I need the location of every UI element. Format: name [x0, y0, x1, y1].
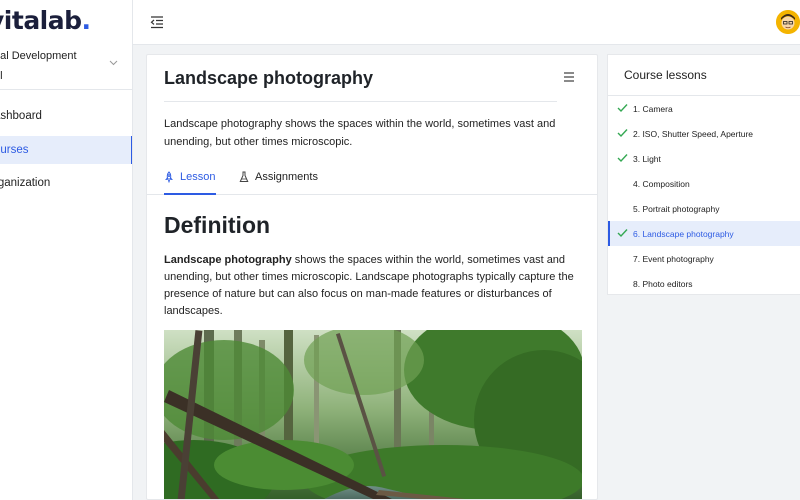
rocket-icon [165, 171, 173, 183]
sidebar-item-dashboard[interactable]: ashboard [0, 102, 132, 130]
tab-lesson-label: Lesson [180, 171, 216, 183]
list-menu-icon[interactable] [563, 71, 575, 83]
lesson-item-landscape-photography[interactable]: 6. Landscape photography [608, 221, 800, 246]
check-icon [617, 104, 628, 113]
check-icon [617, 229, 628, 238]
menu-collapse-icon[interactable] [149, 14, 165, 30]
logo-text: vitalab [0, 6, 82, 35]
landscape-forest-image [164, 330, 582, 499]
lesson-label: 4. Composition [633, 179, 690, 189]
org-select-label: nal Development [0, 50, 77, 62]
chevron-down-icon [109, 60, 118, 66]
lesson-content-card: Landscape photography Landscape photogra… [146, 54, 598, 500]
organization-select[interactable]: nal Development ol [0, 48, 132, 88]
check-icon [617, 154, 628, 163]
lesson-item-camera[interactable]: 1. Camera [608, 96, 800, 121]
lesson-tabs: Lesson Assignments [147, 167, 597, 195]
lesson-label: 7. Event photography [633, 254, 714, 264]
forest-photo [164, 330, 582, 499]
sidebar-item-courses[interactable]: ourses [0, 136, 132, 164]
tab-assignments[interactable]: Assignments [239, 171, 329, 195]
sidebar-item-label: rganization [0, 177, 51, 189]
lesson-item-iso-shutter-aperture[interactable]: 2. ISO, Shutter Speed, Aperture [608, 121, 800, 146]
lesson-label: 5. Portrait photography [633, 204, 720, 214]
sidebar-item-label: ashboard [0, 110, 42, 122]
sidebar-item-label: ourses [0, 144, 29, 156]
course-lessons-title: Course lessons [624, 68, 707, 82]
lesson-label: 8. Photo editors [633, 279, 693, 289]
section-heading: Definition [164, 212, 271, 238]
brand-logo[interactable]: vitalab. [0, 6, 91, 35]
title-divider [164, 101, 557, 102]
lesson-paragraph: Landscape photography shows the spaces w… [164, 252, 574, 320]
sidebar: vitalab. nal Development ol ashboard our… [0, 0, 133, 500]
lesson-label: 3. Light [633, 154, 661, 164]
user-avatar[interactable] [776, 10, 800, 34]
logo-dot: . [81, 6, 92, 35]
lesson-item-photo-editors[interactable]: 8. Photo editors [608, 271, 800, 296]
lesson-item-event-photography[interactable]: 7. Event photography [608, 246, 800, 271]
check-icon [617, 129, 628, 138]
lesson-label: 1. Camera [633, 104, 673, 114]
sidebar-divider [0, 89, 132, 90]
course-lessons-panel: Course lessons 1. Camera 2. ISO, Shutter… [607, 54, 800, 295]
tab-lesson[interactable]: Lesson [164, 171, 216, 195]
top-header [133, 0, 800, 45]
org-select-value: ol [0, 70, 3, 82]
tab-assignments-label: Assignments [255, 171, 318, 183]
lesson-item-light[interactable]: 3. Light [608, 146, 800, 171]
page-description: Landscape photography shows the spaces w… [164, 118, 556, 148]
lesson-label: 2. ISO, Shutter Speed, Aperture [633, 129, 754, 139]
avatar-face-icon [776, 10, 800, 34]
lesson-item-composition[interactable]: 4. Composition [608, 171, 800, 196]
page-title: Landscape photography [164, 68, 374, 88]
flask-icon [239, 171, 249, 182]
sidebar-item-organization[interactable]: rganization [0, 169, 132, 197]
lesson-item-portrait-photography[interactable]: 5. Portrait photography [608, 196, 800, 221]
bold-term: Landscape photography [164, 254, 292, 266]
lesson-label: 6. Landscape photography [633, 229, 734, 239]
